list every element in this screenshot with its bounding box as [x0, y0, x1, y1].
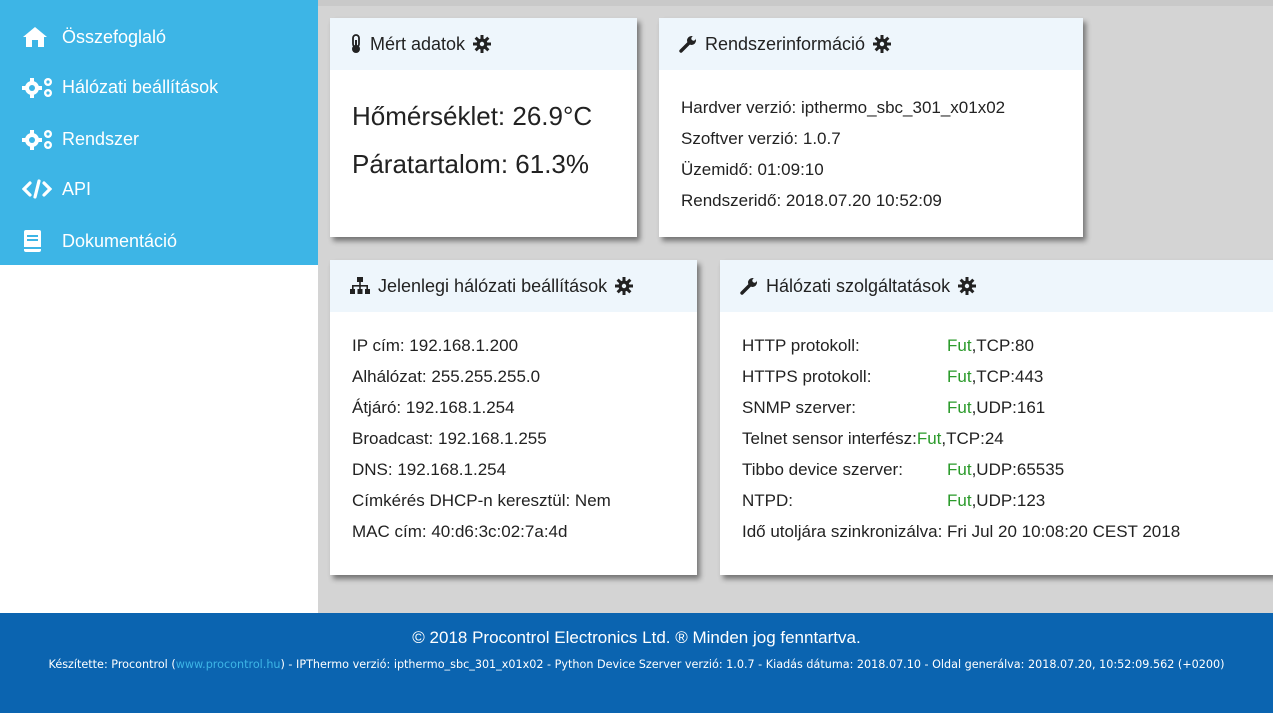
dns: DNS: 192.168.1.254 [352, 460, 507, 479]
humidity-value: Páratartalom: 61.3% [352, 149, 590, 179]
ip-address: IP cím: 192.168.1.200 [352, 336, 519, 355]
gear-icon[interactable] [615, 277, 634, 295]
time-sync: Idő utoljára szinkronizálva: Fri Jul 20 … [742, 522, 1181, 541]
thermometer-icon [350, 34, 362, 54]
cogs-icon [22, 127, 62, 151]
uptime: Üzemidő: 01:09:10 [681, 160, 824, 179]
sidebar: Összefoglaló Hálózati beállítások Rendsz… [0, 0, 318, 265]
broadcast: Broadcast: 192.168.1.255 [352, 429, 547, 448]
service-status: Fut [947, 398, 972, 417]
cogs-icon [22, 75, 62, 99]
sitemap-icon [350, 277, 370, 295]
service-port: ,TCP:24 [941, 429, 1004, 448]
content-area: Mért adatok Hőmérséklet: 26.9°C Páratart… [318, 0, 1273, 613]
card-title: Hálózati szolgáltatások [766, 275, 951, 296]
service-port: ,TCP:80 [971, 336, 1034, 355]
service-port: ,TCP:443 [971, 367, 1044, 386]
sidebar-item-api[interactable]: API [22, 174, 91, 204]
wrench-icon [679, 35, 697, 53]
home-icon [22, 25, 62, 49]
software-version: Szoftver verzió: 1.0.7 [681, 129, 841, 148]
footer-version-info: ) - IPThermo verzió: ipthermo_sbc_301_x0… [280, 658, 1225, 671]
card-header: Jelenlegi hálózati beállítások [330, 260, 697, 312]
service-name: SNMP szerver: [742, 398, 856, 417]
footer: © 2018 Procontrol Electronics Ltd. ® Min… [0, 613, 1273, 713]
service-row-snmp: SNMP szerver: Fut ,UDP:161 [742, 392, 1251, 423]
service-port: ,UDP:161 [971, 398, 1046, 417]
service-status: Fut [947, 460, 972, 479]
footer-made-by: Készítette: Procontrol ( [48, 658, 176, 671]
gear-icon[interactable] [473, 35, 492, 53]
service-status: Fut [916, 429, 942, 448]
service-row-ntpd: NTPD: Fut ,UDP:123 [742, 485, 1251, 516]
service-name: HTTP protokoll: [742, 336, 860, 355]
book-icon [22, 229, 62, 253]
service-name: Tibbo device szerver: [742, 460, 903, 479]
page: Összefoglaló Hálózati beállítások Rendsz… [0, 0, 1273, 713]
service-row-telnet: Telnet sensor interfész: Fut ,TCP:24 [742, 423, 1251, 454]
sidebar-item-label: API [62, 178, 92, 199]
card-header: Hálózati szolgáltatások [720, 260, 1273, 312]
service-status: Fut [947, 367, 972, 386]
sidebar-item-label: Összefoglaló [62, 26, 167, 47]
service-status: Fut [947, 491, 972, 510]
service-port: ,UDP:123 [971, 491, 1046, 510]
service-name: Telnet sensor interfész: [742, 429, 917, 448]
dhcp: Címkérés DHCP-n keresztül: Nem [352, 491, 611, 510]
service-row-http: HTTP protokoll: Fut ,TCP:80 [742, 330, 1251, 361]
sidebar-item-network-settings[interactable]: Hálózati beállítások [22, 72, 218, 102]
measured-data-card: Mért adatok Hőmérséklet: 26.9°C Páratart… [330, 18, 637, 237]
sidebar-item-label: Hálózati beállítások [62, 76, 219, 97]
system-info-card: Rendszerinformáció Hardver verzió: ipthe… [659, 18, 1083, 237]
card-title: Jelenlegi hálózati beállítások [378, 275, 608, 296]
mac-address: MAC cím: 40:d6:3c:02:7a:4d [352, 522, 568, 541]
service-status: Fut [947, 336, 972, 355]
service-row-https: HTTPS protokoll: Fut ,TCP:443 [742, 361, 1251, 392]
service-port: ,UDP:65535 [971, 460, 1065, 479]
card-title: Rendszerinformáció [705, 33, 866, 54]
gear-icon[interactable] [873, 35, 892, 53]
system-time: Rendszeridő: 2018.07.20 10:52:09 [681, 191, 942, 210]
wrench-icon [740, 277, 758, 295]
gear-icon[interactable] [958, 277, 977, 295]
network-services-card: Hálózati szolgáltatások HTTP protokoll: … [720, 260, 1273, 575]
card-header: Rendszerinformáció [659, 18, 1083, 70]
sidebar-item-label: Dokumentáció [62, 230, 178, 251]
card-header: Mért adatok [330, 18, 637, 70]
copyright: © 2018 Procontrol Electronics Ltd. ® Min… [412, 628, 861, 647]
service-name: NTPD: [742, 491, 793, 510]
card-title: Mért adatok [370, 33, 466, 54]
current-network-card: Jelenlegi hálózati beállítások IP cím: 1… [330, 260, 697, 575]
code-icon [22, 177, 62, 201]
footer-meta: Készítette: Procontrol (www.procontrol.h… [0, 653, 1273, 676]
sidebar-item-label: Rendszer [62, 128, 140, 149]
temperature-value: Hőmérséklet: 26.9°C [352, 101, 593, 131]
service-name: HTTPS protokoll: [742, 367, 872, 386]
sidebar-item-system[interactable]: Rendszer [22, 124, 139, 154]
subnet-mask: Alhálózat: 255.255.255.0 [352, 367, 541, 386]
sidebar-item-documentation[interactable]: Dokumentáció [22, 226, 177, 256]
service-row-tibbo: Tibbo device szerver: Fut ,UDP:65535 [742, 454, 1251, 485]
hardware-version: Hardver verzió: ipthermo_sbc_301_x01x02 [681, 98, 1006, 117]
gateway: Átjáró: 192.168.1.254 [352, 398, 515, 417]
sidebar-item-summary[interactable]: Összefoglaló [22, 22, 166, 52]
procontrol-link[interactable]: www.procontrol.hu [176, 658, 281, 671]
